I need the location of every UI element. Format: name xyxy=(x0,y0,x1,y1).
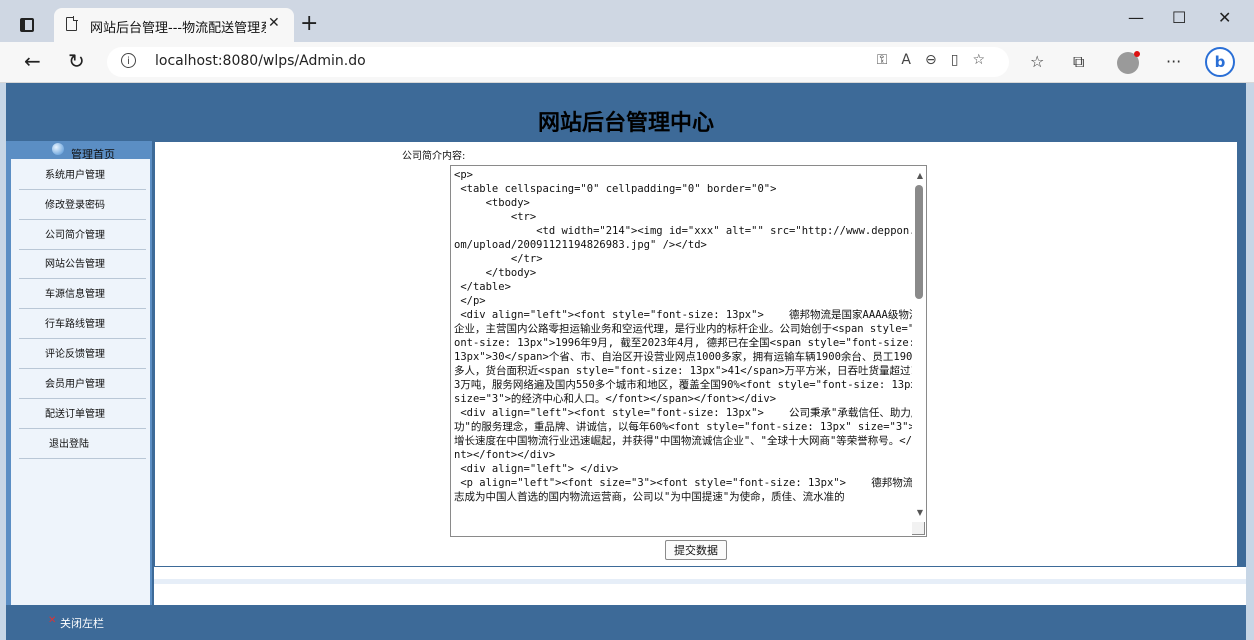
bottom-band xyxy=(154,579,1246,584)
minimize-icon[interactable]: — xyxy=(1128,8,1144,27)
menu-item-members[interactable]: 会员用户管理 xyxy=(19,370,146,399)
url-text[interactable]: localhost:8080/wlps/Admin.do xyxy=(155,53,366,69)
content-bottom-strip xyxy=(154,567,1246,605)
menu-item-orders[interactable]: 配送订单管理 xyxy=(19,400,146,429)
admin-page: 网站后台管理中心 管理首页 系统用户管理 修改登录密码 公司简介管理 网站公告管… xyxy=(6,83,1246,640)
globe-icon xyxy=(52,143,64,155)
maximize-icon[interactable]: ☐ xyxy=(1172,8,1186,27)
footer-bar: ✕ 关闭左栏 xyxy=(6,605,1246,640)
menu-item-logout[interactable]: 退出登陆 xyxy=(19,430,146,459)
tab-actions-icon[interactable] xyxy=(12,12,46,40)
menu-item-system-users[interactable]: 系统用户管理 xyxy=(19,161,146,190)
site-info-icon[interactable]: i xyxy=(121,53,136,68)
close-sidebar-link[interactable]: 关闭左栏 xyxy=(60,615,104,631)
url-field[interactable]: i localhost:8080/wlps/Admin.do ⚿A⊖▯☆ xyxy=(107,47,1009,77)
sidebar-menu: 系统用户管理 修改登录密码 公司简介管理 网站公告管理 车源信息管理 行车路线管… xyxy=(11,159,150,605)
scroll-up-icon[interactable]: ▲ xyxy=(917,171,923,180)
sidebar-header[interactable]: 管理首页 xyxy=(6,141,152,161)
close-tab-icon[interactable]: ✕ xyxy=(268,15,280,31)
menu-item-vehicle-info[interactable]: 车源信息管理 xyxy=(19,280,146,309)
collections-icon[interactable]: ⧉ xyxy=(1073,52,1084,72)
content-panel: 公司简介内容: <p> <table cellspacing="0" cellp… xyxy=(154,141,1238,567)
submit-button[interactable]: 提交数据 xyxy=(665,540,727,560)
menu-item-change-password[interactable]: 修改登录密码 xyxy=(19,191,146,220)
notification-dot xyxy=(1134,51,1140,57)
content-label: 公司简介内容: xyxy=(402,151,466,162)
browser-tab[interactable]: 网站后台管理---物流配送管理系 ✕ xyxy=(54,8,294,42)
tab-title: 网站后台管理---物流配送管理系 xyxy=(90,21,266,35)
company-profile-textarea[interactable]: <p> <table cellspacing="0" cellpadding="… xyxy=(450,165,927,537)
bing-icon[interactable]: b xyxy=(1205,47,1235,77)
scroll-down-icon[interactable]: ▼ xyxy=(917,508,923,517)
background-window-edge-right xyxy=(1246,83,1254,640)
close-sidebar-icon[interactable]: ✕ xyxy=(48,615,56,626)
banner: 网站后台管理中心 xyxy=(6,83,1246,141)
scroll-thumb[interactable] xyxy=(915,185,923,299)
editor-text[interactable]: <p> <table cellspacing="0" cellpadding="… xyxy=(454,168,926,504)
browser-tab-bar: 网站后台管理---物流配送管理系 ✕ + — ☐ ✕ xyxy=(0,0,1254,42)
close-window-icon[interactable]: ✕ xyxy=(1218,8,1231,27)
menu-item-company-profile[interactable]: 公司简介管理 xyxy=(19,221,146,250)
back-icon[interactable]: ← xyxy=(24,50,41,72)
menu-item-feedback[interactable]: 评论反馈管理 xyxy=(19,340,146,369)
address-bar-actions[interactable]: ⚿A⊖▯☆ xyxy=(877,52,999,68)
page-title: 网站后台管理中心 xyxy=(537,110,714,135)
refresh-icon[interactable]: ↻ xyxy=(68,50,85,72)
editor-scrollbar[interactable]: ▲ ▼ xyxy=(912,166,926,536)
more-icon[interactable]: ··· xyxy=(1166,52,1181,71)
resize-grip-icon[interactable] xyxy=(912,522,925,535)
address-bar: ← ↻ i localhost:8080/wlps/Admin.do ⚿A⊖▯☆… xyxy=(0,42,1254,83)
favorites-icon[interactable]: ☆ xyxy=(1030,52,1044,71)
menu-item-announcements[interactable]: 网站公告管理 xyxy=(19,250,146,279)
page-icon xyxy=(66,16,78,31)
new-tab-icon[interactable]: + xyxy=(300,13,318,35)
sidebar: 管理首页 系统用户管理 修改登录密码 公司简介管理 网站公告管理 车源信息管理 … xyxy=(6,141,152,605)
menu-item-routes[interactable]: 行车路线管理 xyxy=(19,310,146,339)
